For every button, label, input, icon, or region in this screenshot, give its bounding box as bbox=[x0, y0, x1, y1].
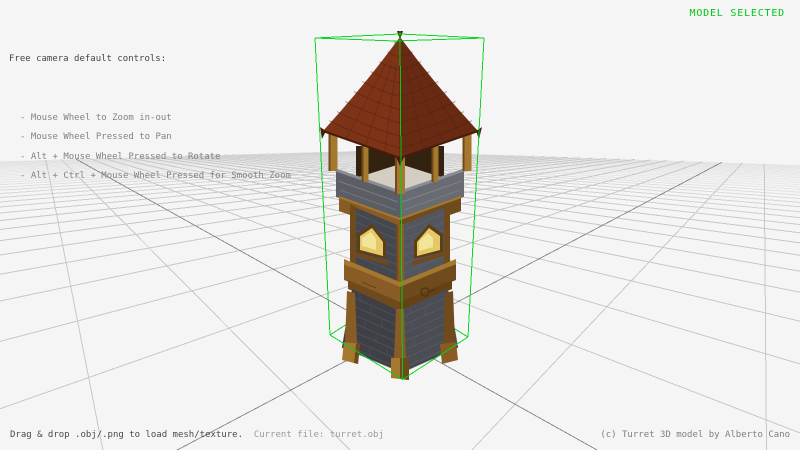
controls-help-item-2: - Alt + Mouse Wheel Pressed to Rotate bbox=[9, 148, 291, 168]
credit-label: (c) Turret 3D model by Alberto Cano bbox=[600, 429, 790, 441]
current-file-label: Current file: turret.obj bbox=[254, 430, 384, 440]
controls-help-title: Free camera default controls: bbox=[9, 50, 291, 70]
footer-separator bbox=[243, 430, 254, 440]
camera-controls-help: Free camera default controls: - Mouse Wh… bbox=[9, 11, 291, 187]
controls-help-item-1: - Mouse Wheel Pressed to Pan bbox=[9, 128, 291, 148]
controls-help-item-0: - Mouse Wheel to Zoom in-out bbox=[9, 109, 291, 129]
controls-help-item-3: - Alt + Ctrl + Mouse Wheel Pressed for S… bbox=[9, 167, 291, 187]
model-viewer-window: Free camera default controls: - Mouse Wh… bbox=[0, 0, 800, 450]
footer-hint: Drag & drop .obj/.png to load mesh/textu… bbox=[10, 429, 384, 441]
status-badge: MODEL SELECTED bbox=[690, 8, 786, 20]
drag-drop-hint: Drag & drop .obj/.png to load mesh/textu… bbox=[10, 430, 243, 440]
